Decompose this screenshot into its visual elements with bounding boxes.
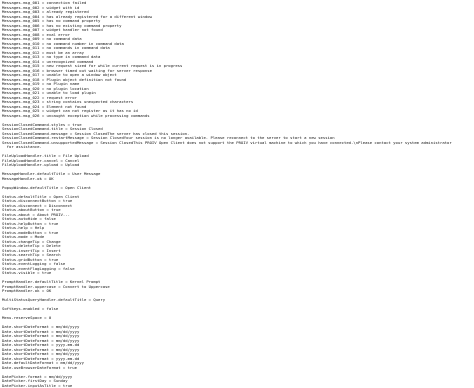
document-line: DatePicker.inputAsTitle = true: [2, 384, 472, 388]
document-line: SessionClosedCommand.unsupportedMessage …: [2, 141, 472, 146]
text-document: Messages.msg_001 = connection failedMess…: [2, 1, 472, 388]
